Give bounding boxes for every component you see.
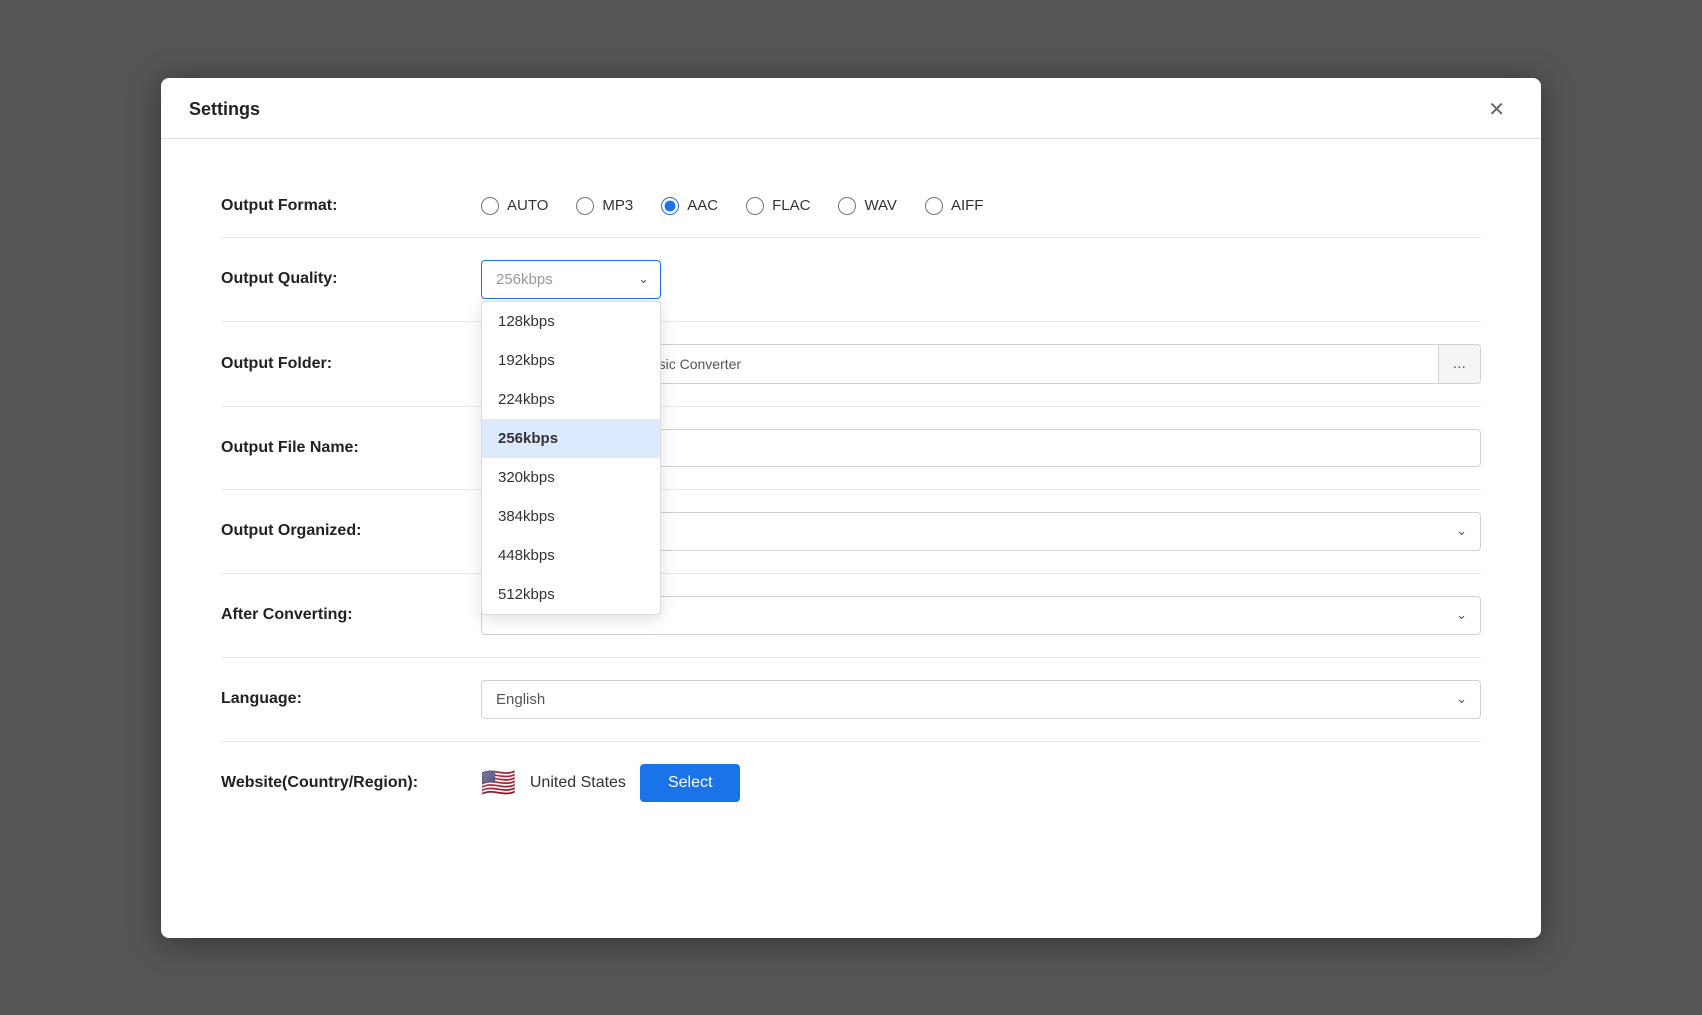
- quality-dropdown-wrapper: 256kbps ⌄ 128kbps 192kbps 224kbps 256kbp…: [481, 260, 661, 299]
- output-quality-row: Output Quality: 256kbps ⌄ 128kbps 192kbp…: [221, 238, 1481, 322]
- website-label: Website(Country/Region):: [221, 774, 481, 792]
- select-country-button[interactable]: Select: [640, 764, 740, 802]
- quality-option-192[interactable]: 192kbps: [482, 341, 660, 380]
- radio-flac-label: FLAC: [772, 197, 810, 214]
- quality-dropdown-btn[interactable]: 256kbps: [481, 260, 661, 299]
- language-select-wrapper: English ⌄: [481, 680, 1481, 719]
- website-row: Website(Country/Region): 🇺🇸 United State…: [221, 742, 1481, 824]
- language-content: English ⌄: [481, 680, 1481, 719]
- output-file-name-row: Output File Name:: [221, 407, 1481, 490]
- quality-dropdown-value: 256kbps: [496, 271, 553, 288]
- radio-flac-input[interactable]: [746, 197, 764, 215]
- dialog-header: Settings ✕: [161, 78, 1541, 139]
- radio-auto[interactable]: AUTO: [481, 197, 548, 215]
- country-name: United States: [530, 774, 626, 792]
- after-converting-label: After Converting:: [221, 606, 481, 624]
- output-quality-content: 256kbps ⌄ 128kbps 192kbps 224kbps 256kbp…: [481, 260, 1481, 299]
- radio-mp3[interactable]: MP3: [576, 197, 633, 215]
- website-row-inner: 🇺🇸 United States Select: [481, 764, 740, 802]
- radio-wav-label: WAV: [864, 197, 897, 214]
- radio-mp3-input[interactable]: [576, 197, 594, 215]
- quality-option-384[interactable]: 384kbps: [482, 497, 660, 536]
- radio-wav-input[interactable]: [838, 197, 856, 215]
- radio-aiff-label: AIFF: [951, 197, 984, 214]
- radio-auto-label: AUTO: [507, 197, 548, 214]
- output-folder-row: Output Folder: ...: [221, 322, 1481, 407]
- output-format-row: Output Format: AUTO MP3 AAC: [221, 175, 1481, 238]
- output-quality-label: Output Quality:: [221, 270, 481, 288]
- radio-flac[interactable]: FLAC: [746, 197, 810, 215]
- quality-option-320[interactable]: 320kbps: [482, 458, 660, 497]
- quality-option-128[interactable]: 128kbps: [482, 302, 660, 341]
- output-folder-label: Output Folder:: [221, 355, 481, 373]
- radio-aac-input[interactable]: [661, 197, 679, 215]
- quality-dropdown-menu: 128kbps 192kbps 224kbps 256kbps 320kbps …: [481, 301, 661, 615]
- output-format-label: Output Format:: [221, 197, 481, 215]
- output-file-name-label: Output File Name:: [221, 439, 481, 457]
- browse-button[interactable]: ...: [1438, 345, 1480, 383]
- language-row: Language: English ⌄: [221, 658, 1481, 742]
- dialog-body: Output Format: AUTO MP3 AAC: [161, 139, 1541, 864]
- output-format-radio-group: AUTO MP3 AAC FLAC: [481, 197, 983, 215]
- radio-mp3-label: MP3: [602, 197, 633, 214]
- radio-aiff[interactable]: AIFF: [925, 197, 984, 215]
- radio-aac-label: AAC: [687, 197, 718, 214]
- quality-option-448[interactable]: 448kbps: [482, 536, 660, 575]
- language-select[interactable]: English: [481, 680, 1481, 719]
- radio-aac[interactable]: AAC: [661, 197, 718, 215]
- output-organized-label: Output Organized:: [221, 522, 481, 540]
- radio-auto-input[interactable]: [481, 197, 499, 215]
- output-organized-row: Output Organized: ⌄: [221, 490, 1481, 574]
- radio-wav[interactable]: WAV: [838, 197, 897, 215]
- dialog-title: Settings: [189, 99, 260, 120]
- quality-option-512[interactable]: 512kbps: [482, 575, 660, 614]
- us-flag-icon: 🇺🇸: [481, 769, 516, 797]
- output-format-content: AUTO MP3 AAC FLAC: [481, 197, 1481, 215]
- quality-option-224[interactable]: 224kbps: [482, 380, 660, 419]
- quality-option-256[interactable]: 256kbps: [482, 419, 660, 458]
- after-converting-row: After Converting: ⌄: [221, 574, 1481, 658]
- radio-aiff-input[interactable]: [925, 197, 943, 215]
- website-content: 🇺🇸 United States Select: [481, 764, 1481, 802]
- close-button[interactable]: ✕: [1480, 96, 1513, 124]
- language-label: Language:: [221, 690, 481, 708]
- settings-dialog: Settings ✕ Output Format: AUTO MP3: [161, 78, 1541, 938]
